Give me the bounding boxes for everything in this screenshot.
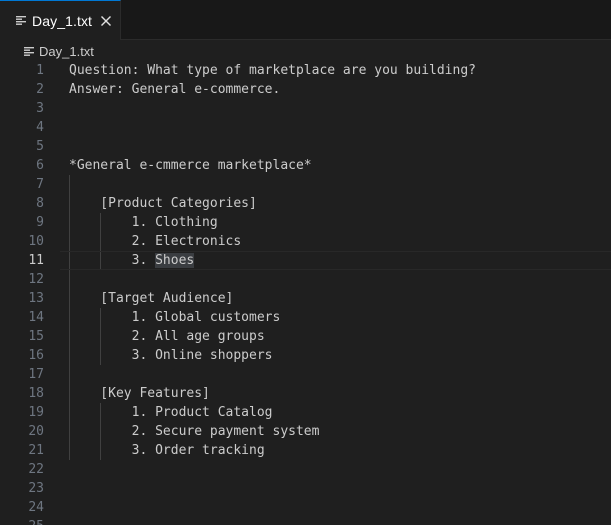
- line-number: 6: [36, 158, 44, 173]
- line-number: 8: [36, 196, 44, 211]
- line-text: 2. Electronics: [69, 232, 242, 251]
- line-text: 1. Clothing: [69, 213, 218, 232]
- line-number: 16: [28, 348, 44, 363]
- editor-line[interactable]: 13 [Target Audience]: [0, 289, 611, 308]
- line-number: 2: [36, 82, 44, 97]
- line-number: 17: [28, 367, 44, 382]
- tab-label: Day_1.txt: [32, 12, 93, 29]
- line-content: 1. Product Catalog: [69, 405, 273, 420]
- line-number: 24: [28, 500, 44, 515]
- line-content: 1. Clothing: [69, 215, 218, 230]
- line-text: 2. All age groups: [69, 327, 265, 346]
- editor-line[interactable]: 24: [0, 498, 611, 517]
- line-content: [Target Audience]: [69, 291, 234, 306]
- line-content: [Key Features]: [69, 386, 210, 401]
- line-number: 11: [28, 253, 44, 268]
- line-number: 15: [28, 329, 44, 344]
- line-text: [Product Categories]: [69, 194, 257, 213]
- editor-line[interactable]: 5: [0, 137, 611, 156]
- line-number: 21: [28, 443, 44, 458]
- text-editor[interactable]: 1 Question: What type of marketplace are …: [0, 61, 611, 525]
- line-content: 2. Secure payment system: [69, 424, 320, 439]
- line-text: 2. Secure payment system: [69, 422, 320, 441]
- line-content: 2. All age groups: [69, 329, 265, 344]
- line-content: 3. Online shoppers: [69, 348, 273, 363]
- breadcrumb-label: Day_1.txt: [39, 43, 94, 59]
- line-text: 3. Order tracking: [69, 441, 265, 460]
- line-text: 1. Global customers: [69, 308, 281, 327]
- line-number: 20: [28, 424, 44, 439]
- line-content: 1. Global customers: [69, 310, 281, 325]
- text-file-icon: [24, 46, 34, 56]
- line-content: *General e-cmmerce marketplace*: [69, 158, 312, 173]
- line-number: 3: [36, 101, 44, 116]
- line-number: 14: [28, 310, 44, 325]
- line-content: [Product Categories]: [69, 196, 257, 211]
- line-text: [Target Audience]: [69, 289, 233, 308]
- line-text: 3. Shoes: [69, 251, 195, 270]
- editor-line[interactable]: 6 *General e-cmmerce marketplace*: [0, 156, 611, 175]
- line-content: 3.: [69, 253, 156, 268]
- line-content: Question: What type of marketplace are y…: [69, 63, 476, 78]
- editor-line[interactable]: 7: [0, 175, 611, 194]
- editor-line[interactable]: 25: [0, 517, 611, 525]
- line-number: 13: [28, 291, 44, 306]
- line-content: 3. Order tracking: [69, 443, 265, 458]
- editor-line[interactable]: 23: [0, 479, 611, 498]
- editor-line[interactable]: 10 2. Electronics: [0, 232, 611, 251]
- editor-window: Day_1.txt Day_1.txt 1 Question: What type…: [0, 0, 611, 525]
- editor-line[interactable]: 12: [0, 270, 611, 289]
- line-number: 1: [36, 63, 44, 78]
- line-number: 7: [36, 177, 44, 192]
- editor-line[interactable]: 3: [0, 99, 611, 118]
- editor-line[interactable]: 20 2. Secure payment system: [0, 422, 611, 441]
- close-icon[interactable]: [99, 14, 113, 28]
- line-text: [Key Features]: [69, 384, 210, 403]
- editor-line[interactable]: 22: [0, 460, 611, 479]
- line-number: 22: [28, 462, 44, 477]
- selected-word: Shoes: [155, 253, 195, 268]
- line-number: 5: [36, 139, 44, 154]
- line-number: 19: [28, 405, 44, 420]
- tab-bar: Day_1.txt: [0, 0, 611, 40]
- editor-line[interactable]: 1 Question: What type of marketplace are …: [0, 61, 611, 80]
- breadcrumb[interactable]: Day_1.txt: [24, 42, 94, 60]
- line-text: 3. Online shoppers: [69, 346, 273, 365]
- editor-line[interactable]: 21 3. Order tracking: [0, 441, 611, 460]
- line-number: 9: [36, 215, 44, 230]
- line-text: Question: What type of marketplace are y…: [69, 61, 476, 80]
- line-content: Answer: General e-commerce.: [69, 82, 281, 97]
- line-text: *General e-cmmerce marketplace*: [69, 156, 312, 175]
- editor-line[interactable]: 16 3. Online shoppers: [0, 346, 611, 365]
- tab-day-1[interactable]: Day_1.txt: [0, 0, 121, 40]
- line-content: 2. Electronics: [69, 234, 242, 249]
- editor-line[interactable]: 14 1. Global customers: [0, 308, 611, 327]
- line-number: 23: [28, 481, 44, 496]
- editor-line[interactable]: 15 2. All age groups: [0, 327, 611, 346]
- line-number: 18: [28, 386, 44, 401]
- editor-line[interactable]: 11 3. Shoes: [0, 251, 611, 270]
- editor-line[interactable]: 9 1. Clothing: [0, 213, 611, 232]
- line-number: 4: [36, 120, 44, 135]
- line-text: 1. Product Catalog: [69, 403, 273, 422]
- line-number: 12: [28, 272, 44, 287]
- editor-line[interactable]: 18 [Key Features]: [0, 384, 611, 403]
- editor-line[interactable]: 4: [0, 118, 611, 137]
- text-file-icon: [16, 16, 26, 25]
- line-number: 25: [0, 517, 44, 525]
- editor-line[interactable]: 17: [0, 365, 611, 384]
- editor-line[interactable]: 19 1. Product Catalog: [0, 403, 611, 422]
- line-text: Answer: General e-commerce.: [69, 80, 280, 99]
- editor-line[interactable]: 2 Answer: General e-commerce.: [0, 80, 611, 99]
- line-number: 10: [28, 234, 44, 249]
- editor-line[interactable]: 8 [Product Categories]: [0, 194, 611, 213]
